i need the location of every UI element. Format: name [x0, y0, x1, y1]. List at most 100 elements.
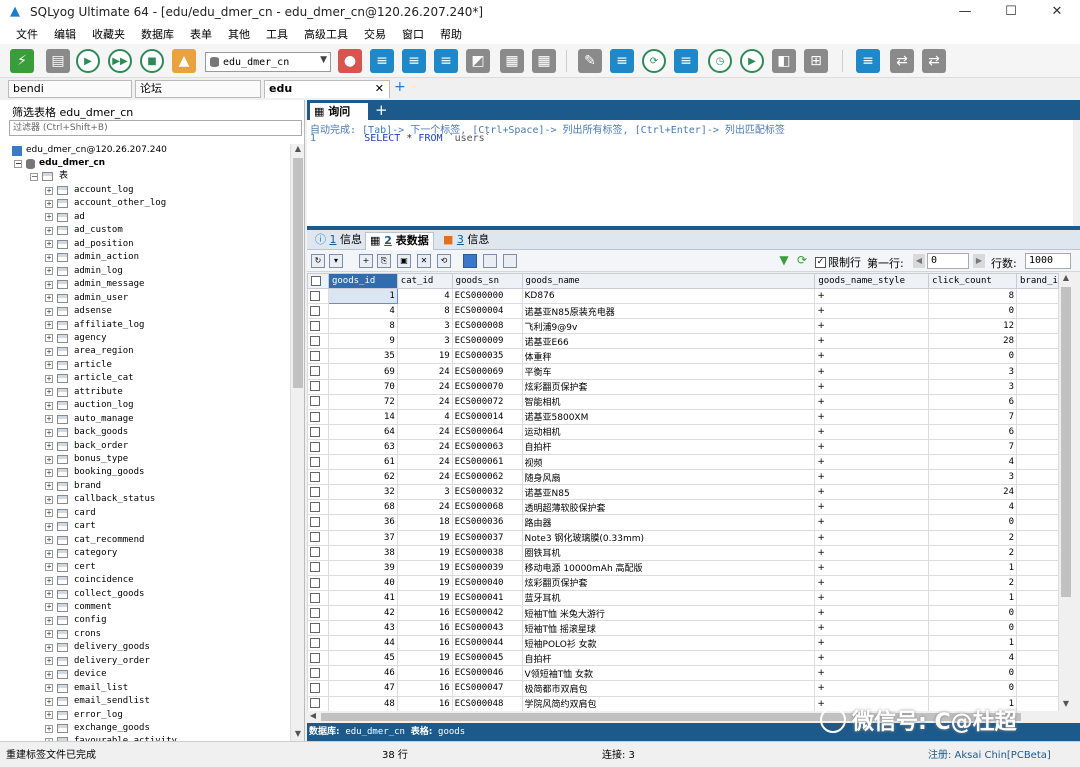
table-cell[interactable]: ECS000004	[451, 303, 523, 320]
table-cell[interactable]: ECS000070	[451, 378, 523, 395]
checkbox-checked-icon[interactable]: ✓	[815, 256, 826, 268]
table-cell[interactable]: 39	[327, 559, 398, 576]
table-row[interactable]: 35 19 ECS000035 体重秤 +0	[307, 348, 1059, 365]
table-cell[interactable]: +	[814, 333, 930, 350]
table-row[interactable]: 61 24 ECS000061 视频 +4	[307, 454, 1059, 471]
grid-insert-icon[interactable]: +	[359, 254, 373, 268]
table-cell[interactable]: 3	[396, 484, 453, 501]
checkbox-icon[interactable]	[310, 441, 320, 452]
tree-table-item[interactable]: + cart	[45, 520, 96, 533]
expand-icon[interactable]: +	[45, 226, 53, 235]
table-cell[interactable]: 38	[327, 544, 398, 561]
expand-icon[interactable]: +	[45, 549, 53, 558]
table-row[interactable]: 43 16 ECS000043 短袖T恤 摇滚星球 +0	[307, 620, 1059, 637]
table-cell[interactable]: 6	[928, 393, 1017, 410]
limit-rows-checkbox[interactable]: ✓ 限制行	[815, 254, 861, 270]
menu-help[interactable]: 帮助	[432, 26, 470, 42]
query-builder-icon[interactable]: ◧	[772, 49, 796, 73]
row-checkbox[interactable]	[307, 650, 329, 667]
tab-table-data[interactable]: ▦ 2 表数据	[365, 232, 434, 250]
grid-mode-icon[interactable]	[463, 254, 477, 268]
menu-transaction[interactable]: 交易	[356, 26, 394, 42]
table-cell[interactable]: +	[814, 604, 930, 622]
table-cell[interactable]: 随身风扇	[521, 469, 816, 486]
table-cell[interactable]: 0	[928, 620, 1017, 637]
checkbox-icon[interactable]	[310, 456, 320, 467]
expand-icon[interactable]: +	[45, 415, 53, 424]
expand-icon[interactable]: +	[45, 186, 53, 195]
column-header[interactable]: cat_id	[396, 273, 453, 289]
checkbox-icon[interactable]	[310, 290, 320, 301]
job-agent-icon[interactable]: ⇄	[922, 49, 946, 73]
expand-icon[interactable]: +	[45, 711, 53, 720]
expand-icon[interactable]: +	[45, 428, 53, 437]
table-cell[interactable]: +	[814, 620, 930, 637]
expand-icon[interactable]: +	[45, 522, 53, 531]
row-checkbox[interactable]	[307, 454, 329, 471]
expand-icon[interactable]: +	[45, 657, 53, 666]
checkbox-icon[interactable]	[310, 366, 320, 377]
table-cell[interactable]: 19	[396, 574, 453, 591]
table-cell[interactable]: +	[814, 529, 930, 546]
row-checkbox[interactable]	[307, 469, 329, 486]
table-cell[interactable]: 路由器	[521, 514, 816, 531]
menu-file[interactable]: 文件	[8, 26, 46, 42]
row-checkbox[interactable]	[307, 423, 329, 440]
tree-table-item[interactable]: + card	[45, 507, 96, 520]
table-cell[interactable]: +	[814, 574, 930, 591]
table-cell[interactable]: 0	[928, 348, 1017, 365]
expand-icon[interactable]: +	[45, 374, 53, 383]
new-query-icon[interactable]: ▤	[46, 49, 70, 73]
expand-icon[interactable]: +	[45, 455, 53, 464]
grid-refresh-icon[interactable]: ↻	[311, 254, 325, 268]
row-checkbox[interactable]	[307, 303, 329, 320]
table-cell[interactable]: 32	[327, 484, 398, 501]
table-row[interactable]: 39 19 ECS000039 移动电源 10000mAh 高配版 +1	[307, 559, 1059, 576]
table-cell[interactable]: 41	[327, 589, 398, 606]
table-row[interactable]: 63 24 ECS000063 自拍杆 +7	[307, 438, 1059, 456]
table-cell[interactable]: 14	[327, 408, 398, 425]
expand-icon[interactable]: +	[45, 630, 53, 639]
column-header[interactable]: goods_name	[521, 273, 816, 289]
scroll-thumb[interactable]	[293, 158, 303, 388]
table-row[interactable]: 38 19 ECS000038 圈铁耳机 +2	[307, 544, 1059, 561]
tree-tables-folder[interactable]: − 表	[30, 170, 68, 183]
sync-icon[interactable]: ⟳	[642, 49, 666, 73]
table-cell[interactable]: ECS000014	[451, 408, 523, 425]
tree-table-item[interactable]: + admin_log	[45, 265, 123, 278]
table-cell[interactable]: 1	[327, 287, 398, 305]
table-cell[interactable]: +	[814, 544, 930, 561]
tab-edu[interactable]: edu ✕	[264, 80, 390, 98]
row-checkbox[interactable]	[307, 484, 329, 501]
table-cell[interactable]	[1016, 318, 1059, 335]
tree-table-item[interactable]: + cat_recommend	[45, 534, 144, 547]
collapse-icon[interactable]: −	[14, 159, 22, 168]
table-cell[interactable]: 24	[396, 378, 453, 395]
expand-icon[interactable]: +	[45, 280, 53, 289]
table-cell[interactable]: 19	[396, 559, 453, 576]
tree-table-item[interactable]: + exchange_goods	[45, 722, 150, 735]
table-cell[interactable]: 1	[928, 589, 1017, 606]
checkbox-icon[interactable]	[310, 532, 320, 543]
table-cell[interactable]: 自拍杆	[521, 650, 816, 667]
table-row[interactable]: 69 24 ECS000069 平衡车 +3	[307, 363, 1059, 380]
table-cell[interactable]	[1016, 423, 1059, 440]
tree-table-item[interactable]: + article	[45, 359, 112, 372]
table-cell[interactable]: 平衡车	[521, 363, 816, 380]
table-cell[interactable]: 16	[396, 604, 453, 622]
row-checkbox[interactable]	[307, 318, 329, 335]
table-cell[interactable]: ECS000072	[451, 393, 523, 410]
row-checkbox[interactable]	[307, 287, 329, 305]
table-cell[interactable]: 透明超薄软胶保护套	[521, 499, 816, 516]
table-cell[interactable]: 0	[928, 303, 1017, 320]
table-cell[interactable]: +	[814, 514, 930, 531]
expand-icon[interactable]: +	[45, 267, 53, 276]
column-header[interactable]: click_count	[928, 273, 1017, 289]
tree-table-item[interactable]: + account_log	[45, 184, 134, 197]
table-cell[interactable]: 24	[396, 469, 453, 486]
menu-favorites[interactable]: 收藏夹	[84, 26, 133, 42]
table-cell[interactable]: 47	[327, 680, 398, 697]
maximize-button[interactable]: ☐	[988, 0, 1034, 24]
table-cell[interactable]: 62	[327, 469, 398, 486]
table-cell[interactable]: 24	[928, 484, 1017, 501]
